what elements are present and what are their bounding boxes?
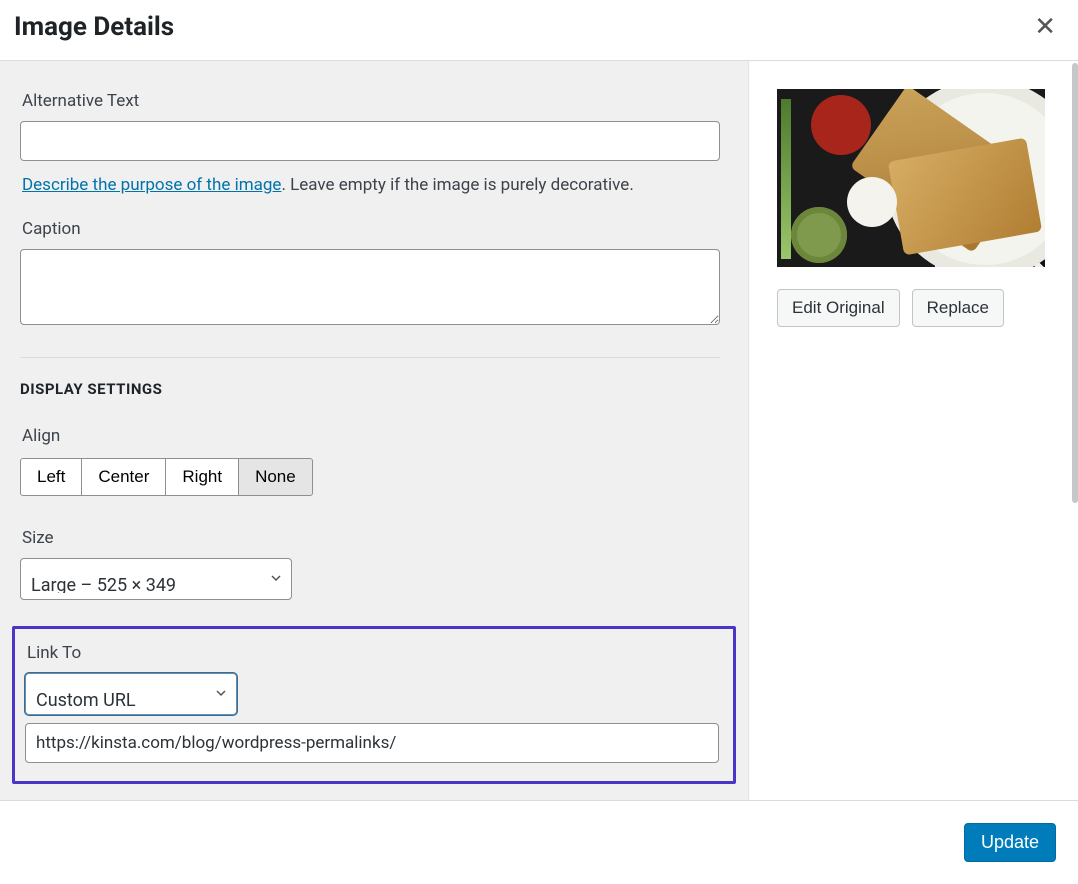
modal-body: Alternative Text Describe the purpose of…: [0, 61, 1078, 801]
modal-footer: Update: [0, 800, 1078, 884]
link-to-select[interactable]: Custom URL: [25, 673, 237, 715]
update-button[interactable]: Update: [964, 823, 1056, 862]
alt-text-label: Alternative Text: [22, 91, 728, 111]
size-select-wrap: Large – 525 × 349: [20, 558, 292, 600]
alt-helper: Describe the purpose of the image. Leave…: [22, 175, 728, 195]
scrollbar[interactable]: [1072, 63, 1078, 503]
alt-helper-suffix: . Leave empty if the image is purely dec…: [281, 175, 633, 195]
form-panel: Alternative Text Describe the purpose of…: [0, 61, 748, 801]
modal-header: Image Details ✕: [0, 0, 1078, 61]
settings-separator: [20, 357, 720, 358]
edit-original-button[interactable]: Edit Original: [777, 289, 900, 327]
align-label: Align: [22, 426, 728, 446]
align-right-button[interactable]: Right: [165, 458, 239, 496]
size-select[interactable]: Large – 525 × 349: [20, 558, 292, 600]
replace-button[interactable]: Replace: [912, 289, 1004, 327]
caption-input[interactable]: [20, 249, 720, 325]
describe-purpose-link[interactable]: Describe the purpose of the image: [22, 175, 281, 195]
size-label: Size: [22, 528, 728, 548]
align-button-group: Left Center Right None: [20, 458, 313, 496]
align-center-button[interactable]: Center: [81, 458, 166, 496]
image-preview: [777, 89, 1045, 267]
link-to-label: Link To: [27, 643, 723, 663]
link-url-input[interactable]: [25, 723, 719, 763]
align-none-button[interactable]: None: [238, 458, 313, 496]
link-to-highlight: Link To Custom URL: [12, 626, 736, 784]
alt-text-input[interactable]: [20, 121, 720, 161]
caption-label: Caption: [22, 219, 728, 239]
side-button-row: Edit Original Replace: [777, 289, 1050, 327]
link-to-select-wrap: Custom URL: [25, 673, 237, 715]
close-icon[interactable]: ✕: [1026, 10, 1064, 44]
side-panel: Edit Original Replace: [748, 61, 1078, 801]
display-settings-heading: DISPLAY SETTINGS: [20, 380, 728, 398]
align-left-button[interactable]: Left: [20, 458, 82, 496]
modal-title: Image Details: [14, 12, 174, 42]
